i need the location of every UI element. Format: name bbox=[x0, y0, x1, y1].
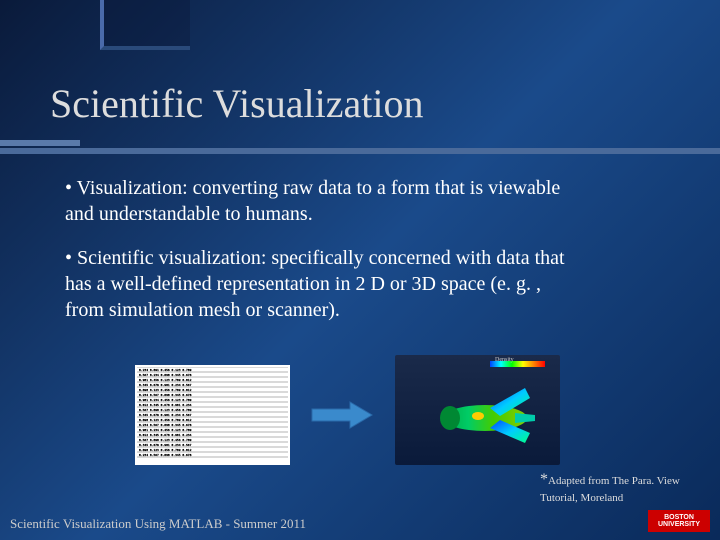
cfd-visualization-image: Density bbox=[395, 355, 560, 465]
slide-title: Scientific Visualization bbox=[50, 80, 423, 127]
corner-decoration bbox=[100, 0, 190, 50]
svg-text:0.234 0.567 0.890 0.345 0.678: 0.234 0.567 0.890 0.345 0.678 bbox=[139, 393, 192, 397]
svg-text:0.901 0.234 0.456 0.123 0.789: 0.901 0.234 0.456 0.123 0.789 bbox=[139, 398, 192, 402]
raw-data-table-image: 0.234 0.891 0.456 0.123 0.789 0.567 0.23… bbox=[135, 365, 290, 465]
svg-text:0.890 0.123 0.456 0.789 0.012: 0.890 0.123 0.456 0.789 0.012 bbox=[139, 448, 192, 452]
svg-text:0.012 0.345 0.678 0.901 0.234: 0.012 0.345 0.678 0.901 0.234 bbox=[139, 403, 192, 407]
svg-text:0.890 0.123 0.456 0.789 0.012: 0.890 0.123 0.456 0.789 0.012 bbox=[139, 388, 192, 392]
svg-text:0.345 0.678 0.901 0.234 0.567: 0.345 0.678 0.901 0.234 0.567 bbox=[139, 383, 192, 387]
svg-text:0.345 0.678 0.901 0.234 0.567: 0.345 0.678 0.901 0.234 0.567 bbox=[139, 443, 192, 447]
arrow-icon bbox=[310, 400, 375, 435]
svg-text:0.901 0.456 0.123 0.789 0.012: 0.901 0.456 0.123 0.789 0.012 bbox=[139, 378, 192, 382]
asterisk-icon: * bbox=[540, 471, 548, 488]
svg-text:0.345 0.678 0.901 0.234 0.567: 0.345 0.678 0.901 0.234 0.567 bbox=[139, 413, 192, 417]
svg-text:0.234 0.891 0.456 0.123 0.789: 0.234 0.891 0.456 0.123 0.789 bbox=[139, 368, 192, 372]
svg-text:0.012 0.345 0.678 0.901 0.234: 0.012 0.345 0.678 0.901 0.234 bbox=[139, 433, 192, 437]
colorbar-label: Density bbox=[495, 357, 514, 363]
svg-text:0.234 0.567 0.890 0.345 0.678: 0.234 0.567 0.890 0.345 0.678 bbox=[139, 453, 192, 457]
svg-text:0.567 0.890 0.123 0.456 0.789: 0.567 0.890 0.123 0.456 0.789 bbox=[139, 408, 192, 412]
svg-text:0.901 0.234 0.456 0.123 0.789: 0.901 0.234 0.456 0.123 0.789 bbox=[139, 428, 192, 432]
svg-text:0.567 0.890 0.123 0.456 0.789: 0.567 0.890 0.123 0.456 0.789 bbox=[139, 438, 192, 442]
credit-text: *Adapted from The Para. View Tutorial, M… bbox=[540, 470, 680, 505]
title-underline bbox=[0, 148, 720, 154]
footer: Scientific Visualization Using MATLAB - … bbox=[10, 510, 710, 532]
svg-text:0.890 0.123 0.456 0.789 0.012: 0.890 0.123 0.456 0.789 0.012 bbox=[139, 418, 192, 422]
boston-university-logo: BOSTON UNIVERSITY bbox=[648, 510, 710, 532]
footer-text: Scientific Visualization Using MATLAB - … bbox=[10, 516, 306, 532]
svg-text:0.234 0.567 0.890 0.345 0.678: 0.234 0.567 0.890 0.345 0.678 bbox=[139, 423, 192, 427]
svg-text:0.567 0.234 0.890 0.345 0.678: 0.567 0.234 0.890 0.345 0.678 bbox=[139, 373, 192, 377]
title-underline-accent bbox=[0, 140, 80, 146]
bullet-scientific-visualization: • Scientific visualization: specifically… bbox=[65, 245, 575, 323]
content-area: • Visualization: converting raw data to … bbox=[65, 175, 575, 323]
bullet-visualization: • Visualization: converting raw data to … bbox=[65, 175, 575, 227]
